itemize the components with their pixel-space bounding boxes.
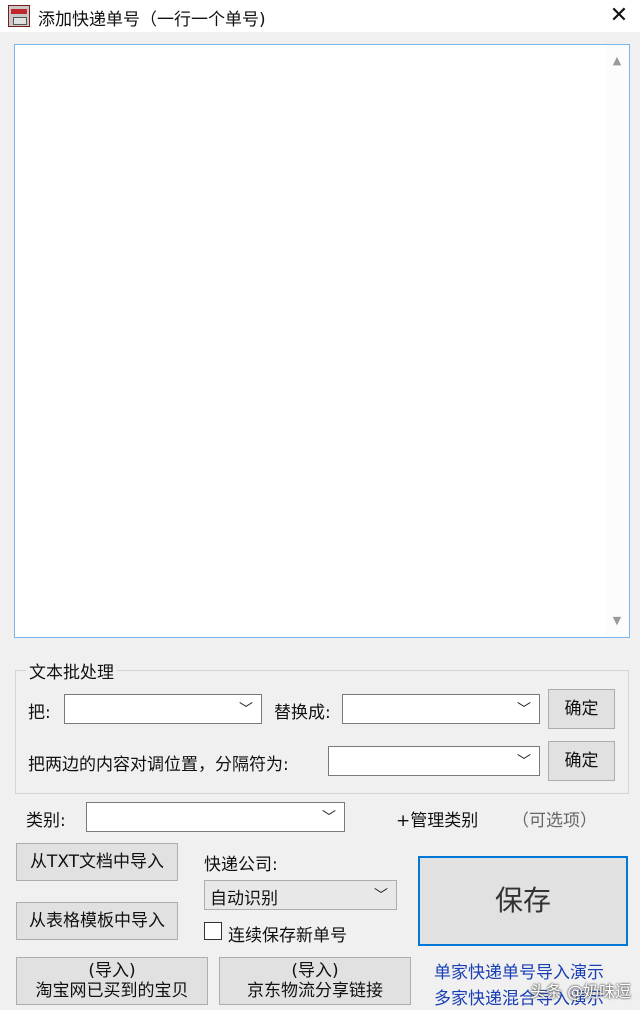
confirm-replace-button[interactable]: 确定 <box>548 689 615 729</box>
chevron-down-icon: ﹀ <box>322 810 336 826</box>
import-taobao-line2: 淘宝网已买到的宝贝 <box>35 981 189 1001</box>
import-jd-line2: 京东物流分享链接 <box>247 981 383 1001</box>
save-button[interactable]: 保存 <box>418 856 628 946</box>
window-title: 添加快递单号（一行一个单号) <box>38 10 266 30</box>
replace-with-label: 替换成: <box>274 703 331 723</box>
courier-selected-value: 自动识别 <box>210 889 278 909</box>
courier-label: 快递公司: <box>204 855 278 875</box>
chevron-down-icon: ﹀ <box>517 754 531 770</box>
swap-separator-combo[interactable]: ﹀ <box>328 746 540 776</box>
replace-from-combo[interactable]: ﹀ <box>64 694 262 724</box>
chevron-down-icon: ﹀ <box>517 702 531 718</box>
category-combo[interactable]: ﹀ <box>86 802 345 832</box>
chevron-down-icon: ﹀ <box>374 888 388 904</box>
add-tracking-dialog: 添加快递单号（一行一个单号) ✕ ▲ ▼ 文本批处理 把: ﹀ 替换成: ﹀ 确… <box>0 0 640 1010</box>
category-label: 类别: <box>26 811 66 831</box>
import-taobao-line1: (导入) <box>88 960 136 981</box>
title-bar: 添加快递单号（一行一个单号) ✕ <box>0 0 640 32</box>
courier-select[interactable]: 自动识别 ﹀ <box>204 880 397 910</box>
replace-to-combo[interactable]: ﹀ <box>342 694 540 724</box>
confirm-swap-label: 确定 <box>564 750 599 771</box>
batch-group-title: 文本批处理 <box>26 658 117 683</box>
watermark: 头条 @奶味逗 <box>530 982 632 1001</box>
continuous-save-label: 连续保存新单号 <box>228 926 347 946</box>
save-label: 保存 <box>494 884 551 918</box>
scroll-up-icon[interactable]: ▲ <box>605 49 629 73</box>
confirm-swap-button[interactable]: 确定 <box>548 741 615 781</box>
manage-category-link[interactable]: +管理类别 <box>396 806 478 831</box>
import-excel-label: 从表格模板中导入 <box>29 910 165 931</box>
close-icon[interactable]: ✕ <box>598 0 640 32</box>
app-icon <box>8 5 30 27</box>
swap-label: 把两边的内容对调位置，分隔符为: <box>28 755 289 775</box>
import-txt-label: 从TXT文档中导入 <box>29 851 165 872</box>
vertical-scrollbar[interactable]: ▲ ▼ <box>605 45 629 637</box>
import-taobao-button[interactable]: (导入) 淘宝网已买到的宝贝 <box>16 957 208 1005</box>
import-jd-button[interactable]: (导入) 京东物流分享链接 <box>219 957 411 1005</box>
continuous-save-checkbox[interactable] <box>204 922 222 940</box>
chevron-down-icon: ﹀ <box>239 702 253 718</box>
replace-from-label: 把: <box>28 703 51 723</box>
tracking-numbers-textarea[interactable]: ▲ ▼ <box>14 44 630 638</box>
import-txt-button[interactable]: 从TXT文档中导入 <box>16 843 178 881</box>
scroll-down-icon[interactable]: ▼ <box>605 609 629 633</box>
confirm-replace-label: 确定 <box>564 698 599 719</box>
import-jd-line1: (导入) <box>291 960 339 981</box>
import-excel-button[interactable]: 从表格模板中导入 <box>16 902 178 940</box>
optional-hint: （可选项） <box>512 811 597 831</box>
